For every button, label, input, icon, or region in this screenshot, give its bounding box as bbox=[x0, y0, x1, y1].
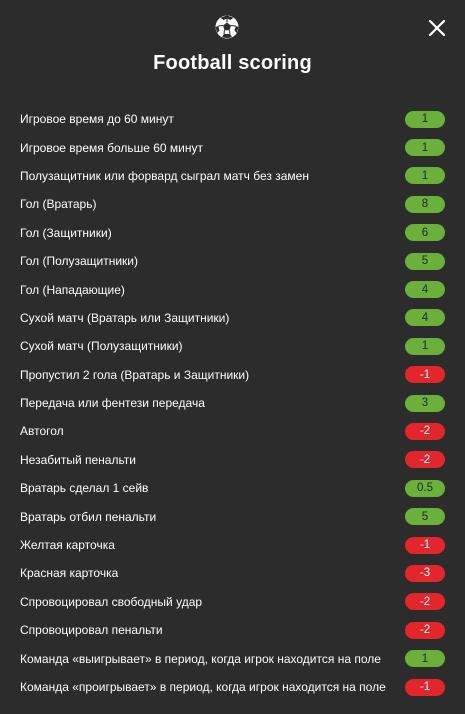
positive-points-badge: 8 bbox=[405, 195, 445, 213]
rule-label: Полузащитник или форвард сыграл матч без… bbox=[20, 168, 309, 183]
rule-label: Сухой матч (Вратарь или Защитники) bbox=[20, 310, 230, 325]
scoring-rule-row: Вратарь отбил пенальти 5 bbox=[20, 502, 445, 530]
scoring-rule-row: Пропустил 2 гола (Вратарь и Защитники) -1 bbox=[20, 361, 445, 389]
rule-label: Игровое время до 60 минут bbox=[20, 112, 174, 127]
scoring-rule-row: Незабитый пенальти -2 bbox=[20, 446, 445, 474]
rule-label: Команда «проигрывает» в период, когда иг… bbox=[20, 680, 386, 694]
scoring-modal: Football scoring Игровое время до 60 мин… bbox=[0, 0, 465, 714]
positive-points-badge: 3 bbox=[405, 394, 445, 412]
rule-label: Пропустил 2 гола (Вратарь и Защитники) bbox=[20, 367, 250, 382]
scoring-rule-row: Гол (Полузащитники) 5 bbox=[20, 247, 445, 275]
rule-label: Вратарь отбил пенальти bbox=[20, 509, 157, 524]
positive-points-badge: 1 bbox=[405, 650, 445, 668]
scoring-rule-row: Команда «проигрывает» в период, когда иг… bbox=[20, 673, 445, 701]
rule-label: Спровоцировал пенальти bbox=[20, 623, 163, 638]
negative-points-badge: -1 bbox=[405, 366, 445, 384]
scoring-rule-row: Игровое время до 60 минут 1 bbox=[20, 105, 445, 133]
scoring-rule-row: Желтая карточка -1 bbox=[20, 531, 445, 559]
rule-label: Команда «выигрывает» в период, когда игр… bbox=[20, 651, 381, 666]
negative-points-badge: -1 bbox=[405, 678, 445, 696]
positive-points-badge: 6 bbox=[405, 224, 445, 242]
rule-label: Автогол bbox=[20, 424, 64, 439]
close-icon[interactable] bbox=[426, 17, 448, 39]
rule-label: Незабитый пенальти bbox=[20, 452, 136, 467]
scoring-rule-row: Сухой матч (Полузащитники) 1 bbox=[20, 332, 445, 360]
positive-points-badge: 0.5 bbox=[405, 479, 445, 497]
positive-points-badge: 1 bbox=[405, 139, 445, 157]
scoring-rule-row: Красная карточка -3 bbox=[20, 559, 445, 587]
positive-points-badge: 4 bbox=[405, 309, 445, 327]
scoring-rule-row: Гол (Защитники) 6 bbox=[20, 219, 445, 247]
scoring-rule-row: Автогол -2 bbox=[20, 417, 445, 445]
rule-label: Гол (Защитники) bbox=[20, 225, 112, 240]
scoring-rule-row: Команда «выигрывает» в период, когда игр… bbox=[20, 644, 445, 672]
rule-label: Желтая карточка bbox=[20, 538, 115, 553]
positive-points-badge: 1 bbox=[405, 110, 445, 128]
rule-label: Игровое время больше 60 минут bbox=[20, 140, 204, 155]
negative-points-badge: -1 bbox=[405, 536, 445, 554]
scoring-rule-row: Полузащитник или форвард сыграл матч без… bbox=[20, 162, 445, 190]
negative-points-badge: -2 bbox=[405, 422, 445, 440]
positive-points-badge: 5 bbox=[405, 508, 445, 526]
rule-label: Спровоцировал свободный удар bbox=[20, 594, 203, 609]
positive-points-badge: 1 bbox=[405, 337, 445, 355]
modal-title: Football scoring bbox=[153, 52, 312, 74]
scoring-rules-list: Игровое время до 60 минут 1 Игровое время … bbox=[20, 105, 445, 701]
scoring-rule-row: Гол (Нападающие) 4 bbox=[20, 275, 445, 303]
rule-label: Вратарь сделал 1 сейв bbox=[20, 481, 149, 496]
scoring-rule-row: Сухой матч (Вратарь или Защитники) 4 bbox=[20, 304, 445, 332]
negative-points-badge: -2 bbox=[405, 593, 445, 611]
negative-points-badge: -3 bbox=[405, 564, 445, 582]
scoring-rule-row: Вратарь сделал 1 сейв 0.5 bbox=[20, 474, 445, 502]
rule-label: Передача или фентези передача bbox=[20, 396, 205, 411]
positive-points-badge: 1 bbox=[405, 167, 445, 185]
rule-label: Сухой матч (Полузащитники) bbox=[20, 339, 183, 354]
rule-label: Красная карточка bbox=[20, 566, 119, 581]
scoring-rule-row: Передача или фентези передача 3 bbox=[20, 389, 445, 417]
rule-label: Гол (Полузащитники) bbox=[20, 254, 139, 269]
negative-points-badge: -2 bbox=[405, 621, 445, 639]
scoring-rule-row: Спровоцировал пенальти -2 bbox=[20, 616, 445, 644]
rule-label: Гол (Вратарь) bbox=[20, 197, 97, 212]
soccer-ball-icon bbox=[215, 15, 239, 39]
scoring-rule-row: Гол (Вратарь) 8 bbox=[20, 190, 445, 218]
positive-points-badge: 5 bbox=[405, 252, 445, 270]
scoring-rule-row: Спровоцировал свободный удар -2 bbox=[20, 588, 445, 616]
positive-points-badge: 4 bbox=[405, 281, 445, 299]
negative-points-badge: -2 bbox=[405, 451, 445, 469]
scoring-rule-row: Игровое время больше 60 минут 1 bbox=[20, 133, 445, 161]
rule-label: Гол (Нападающие) bbox=[20, 282, 125, 297]
